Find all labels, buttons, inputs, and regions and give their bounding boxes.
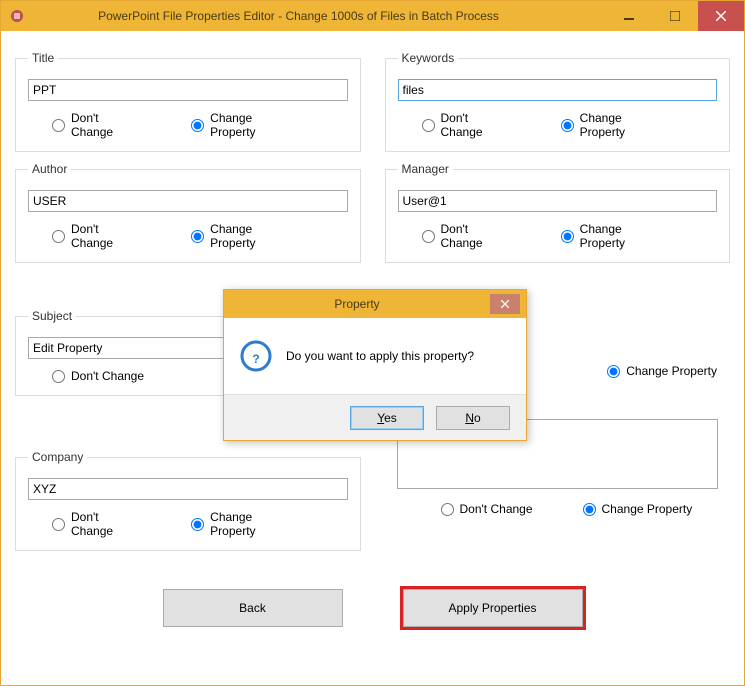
back-button[interactable]: Back — [163, 589, 343, 627]
group-company: Company Don't Change Change Property — [15, 450, 361, 551]
client-area: Title Don't Change Change Property Autho… — [1, 31, 744, 685]
dialog-close-button[interactable] — [490, 294, 520, 314]
group-title-legend: Title — [28, 51, 58, 65]
comments-radios: Don't Change Change Property — [397, 502, 719, 516]
dialog-body: ? Do you want to apply this property? — [224, 318, 526, 394]
radio-label: Don't Change — [71, 369, 144, 383]
author-radios: Don't Change Change Property — [28, 222, 348, 250]
group-manager-legend: Manager — [398, 162, 453, 176]
maximize-button[interactable] — [652, 1, 698, 31]
group-title: Title Don't Change Change Property — [15, 51, 361, 152]
radio-label: Change Property — [580, 111, 667, 139]
title-radio-dont-change[interactable]: Don't Change — [52, 111, 141, 139]
radio-label: Don't Change — [441, 222, 511, 250]
radio-label: Don't Change — [71, 111, 141, 139]
author-input[interactable] — [28, 190, 348, 212]
radio-label: Don't Change — [71, 222, 141, 250]
title-radio-change[interactable]: Change Property — [191, 111, 297, 139]
apply-properties-button[interactable]: Apply Properties — [403, 589, 583, 627]
group-author-legend: Author — [28, 162, 71, 176]
yes-button[interactable]: Yes — [350, 406, 424, 430]
window-title: PowerPoint File Properties Editor - Chan… — [31, 9, 606, 23]
company-radio-change[interactable]: Change Property — [191, 510, 297, 538]
keywords-radio-dont-change[interactable]: Don't Change — [422, 111, 511, 139]
group-keywords-legend: Keywords — [398, 51, 459, 65]
company-radio-dont-change[interactable]: Don't Change — [52, 510, 141, 538]
radio-label: Change Property — [580, 222, 667, 250]
radio-label: Change Property — [210, 222, 297, 250]
main-window: PowerPoint File Properties Editor - Chan… — [0, 0, 745, 686]
radio-label: Change Property — [210, 111, 297, 139]
radio-label: Don't Change — [71, 510, 141, 538]
titlebar: PowerPoint File Properties Editor - Chan… — [1, 1, 744, 31]
group-manager: Manager Don't Change Change Property — [385, 162, 731, 263]
keywords-input[interactable] — [398, 79, 718, 101]
group-author: Author Don't Change Change Property — [15, 162, 361, 263]
dialog-title: Property — [224, 297, 490, 311]
manager-radios: Don't Change Change Property — [398, 222, 718, 250]
manager-radio-dont-change[interactable]: Don't Change — [422, 222, 511, 250]
comments-radio-dont-change[interactable]: Don't Change — [441, 502, 533, 516]
radio-label: Don't Change — [460, 502, 533, 516]
minimize-button[interactable] — [606, 1, 652, 31]
button-label: Yes — [377, 411, 397, 425]
author-radio-dont-change[interactable]: Don't Change — [52, 222, 141, 250]
group-subject-legend: Subject — [28, 309, 76, 323]
group-company-legend: Company — [28, 450, 87, 464]
radio-label: Change Property — [626, 364, 717, 378]
radio-label: Change Property — [602, 502, 693, 516]
subject-radio-dont-change[interactable]: Don't Change — [52, 369, 144, 383]
radio-label: Change Property — [210, 510, 297, 538]
group-keywords: Keywords Don't Change Change Property — [385, 51, 731, 152]
app-icon — [9, 8, 25, 24]
no-button[interactable]: No — [436, 406, 510, 430]
keywords-radio-change[interactable]: Change Property — [561, 111, 667, 139]
title-radios: Don't Change Change Property — [28, 111, 348, 139]
question-icon: ? — [240, 340, 272, 372]
company-radios: Don't Change Change Property — [28, 510, 348, 538]
dialog-titlebar: Property — [224, 290, 526, 318]
button-label: No — [465, 411, 480, 425]
company-input[interactable] — [28, 478, 348, 500]
comments-radio-change[interactable]: Change Property — [583, 502, 693, 516]
button-label: Back — [239, 601, 266, 615]
author-radio-change[interactable]: Change Property — [191, 222, 297, 250]
button-label: Apply Properties — [448, 601, 536, 615]
close-button[interactable] — [698, 1, 744, 31]
svg-text:?: ? — [252, 352, 259, 366]
manager-radio-change[interactable]: Change Property — [561, 222, 667, 250]
hidden-radio-change[interactable]: Change Property — [607, 364, 717, 378]
keywords-radios: Don't Change Change Property — [398, 111, 718, 139]
dialog-message: Do you want to apply this property? — [286, 349, 474, 363]
manager-input[interactable] — [398, 190, 718, 212]
dialog-footer: Yes No — [224, 394, 526, 440]
radio-label: Don't Change — [441, 111, 511, 139]
window-controls — [606, 1, 744, 31]
title-input[interactable] — [28, 79, 348, 101]
property-dialog: Property ? Do you want to apply this pro… — [223, 289, 527, 441]
footer-buttons: Back Apply Properties — [15, 589, 730, 627]
